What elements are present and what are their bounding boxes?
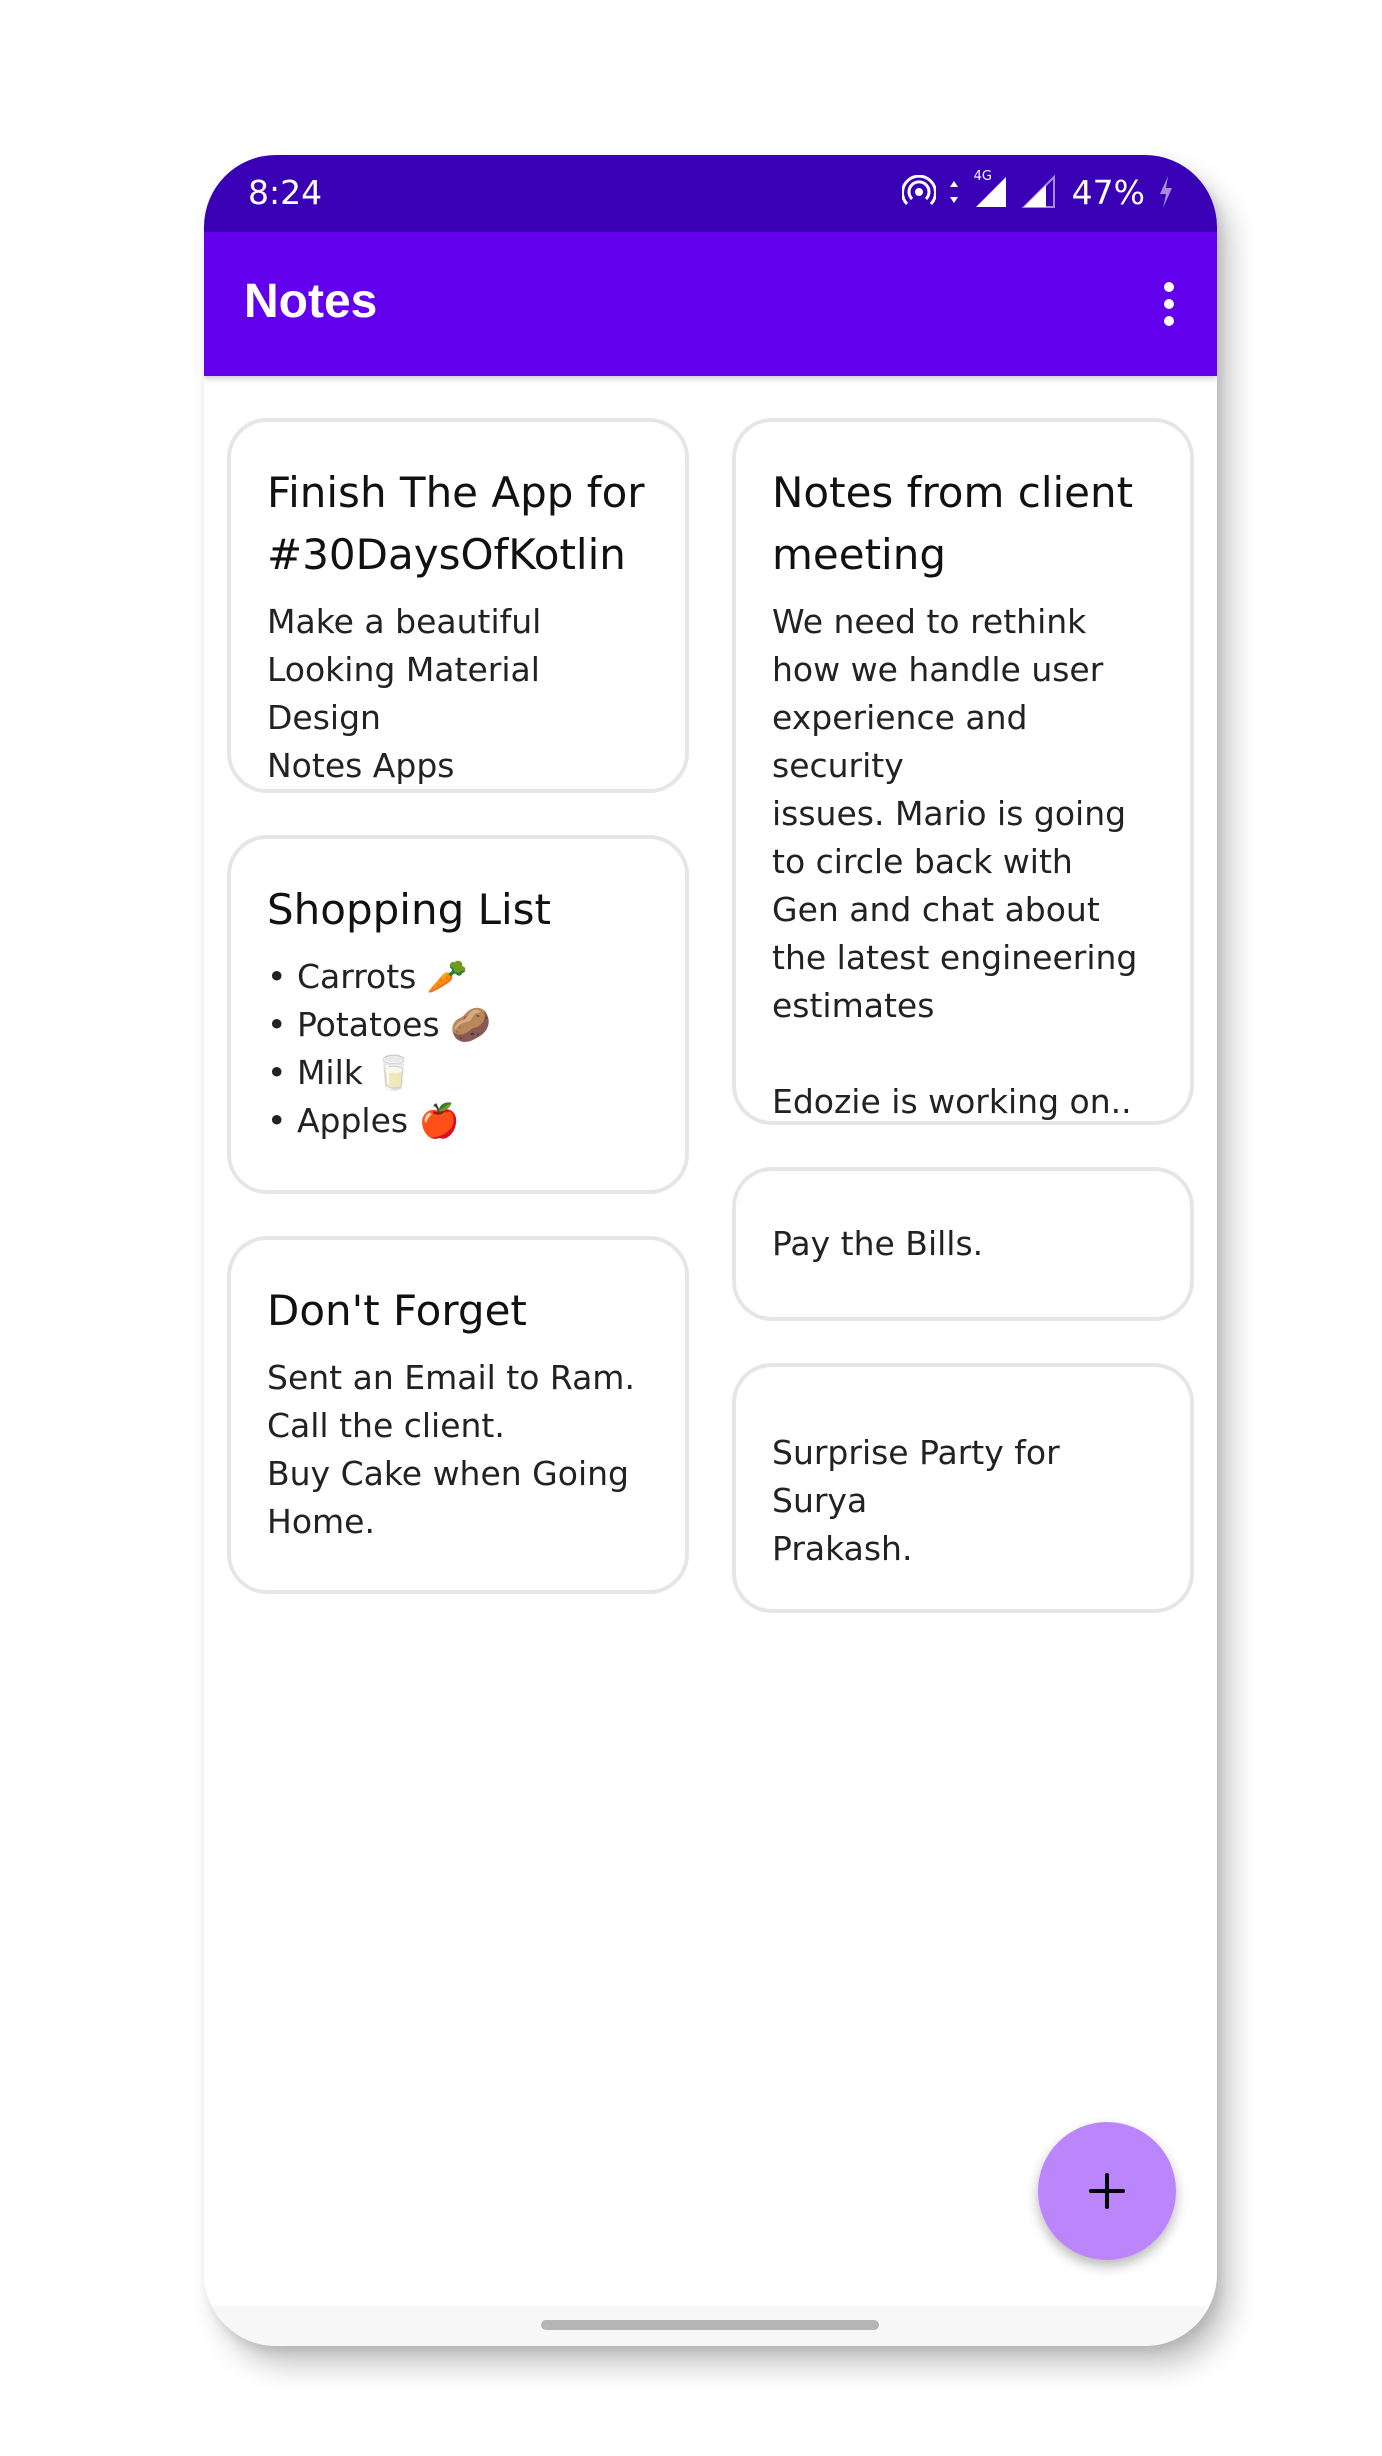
note-body: Surprise Party for Surya Prakash.	[772, 1433, 1060, 1568]
status-time: 8:24	[248, 173, 323, 212]
note-title: Shopping List	[267, 885, 552, 934]
note-body: We need to rethink how we handle user ex…	[772, 602, 1138, 1121]
note-body: • Carrots 🥕 • Potatoes 🥔 • Milk 🥛 • Appl…	[267, 957, 492, 1140]
app-bar: Notes	[204, 232, 1217, 376]
note-title: Notes from client meeting	[772, 468, 1134, 579]
data-arrows-icon	[949, 181, 958, 203]
note-card[interactable]: Finish The App for #30DaysOfKotlin Make …	[227, 418, 689, 793]
more-vert-icon[interactable]	[1149, 272, 1189, 336]
home-indicator[interactable]	[541, 2320, 879, 2330]
note-card[interactable]: Surprise Party for Surya Prakash.	[732, 1363, 1194, 1613]
status-icons: 4G 47%	[901, 169, 1175, 215]
note-card[interactable]: Pay the Bills.	[732, 1167, 1194, 1321]
hotspot-icon	[901, 175, 936, 206]
note-card[interactable]: Notes from client meeting We need to ret…	[732, 418, 1194, 1125]
note-title: Don't Forget	[267, 1286, 527, 1335]
navigation-bar	[204, 2306, 1217, 2346]
signal-icon-2	[1021, 175, 1055, 208]
note-card[interactable]: Don't Forget Sent an Email to Ram. Call …	[227, 1236, 689, 1594]
battery-level: 47%	[1071, 172, 1145, 212]
signal-icon: 4G	[972, 169, 1008, 209]
charging-icon	[1160, 176, 1172, 208]
note-body: Pay the Bills.	[772, 1224, 984, 1263]
phone-screen: 8:24 4G 47% Notes Finish The App for #30…	[204, 155, 1217, 2346]
status-bar: 8:24 4G 47%	[204, 155, 1217, 232]
add-icon	[1089, 2173, 1125, 2209]
app-title: Notes	[244, 275, 378, 328]
note-card[interactable]: Shopping List • Carrots 🥕 • Potatoes 🥔 •…	[227, 835, 689, 1194]
note-title: Finish The App for #30DaysOfKotlin	[267, 468, 645, 579]
note-body: Sent an Email to Ram. Call the client. B…	[267, 1358, 635, 1541]
note-body: Make a beautiful Looking Material Design…	[267, 602, 542, 785]
add-note-button[interactable]	[1038, 2122, 1176, 2260]
